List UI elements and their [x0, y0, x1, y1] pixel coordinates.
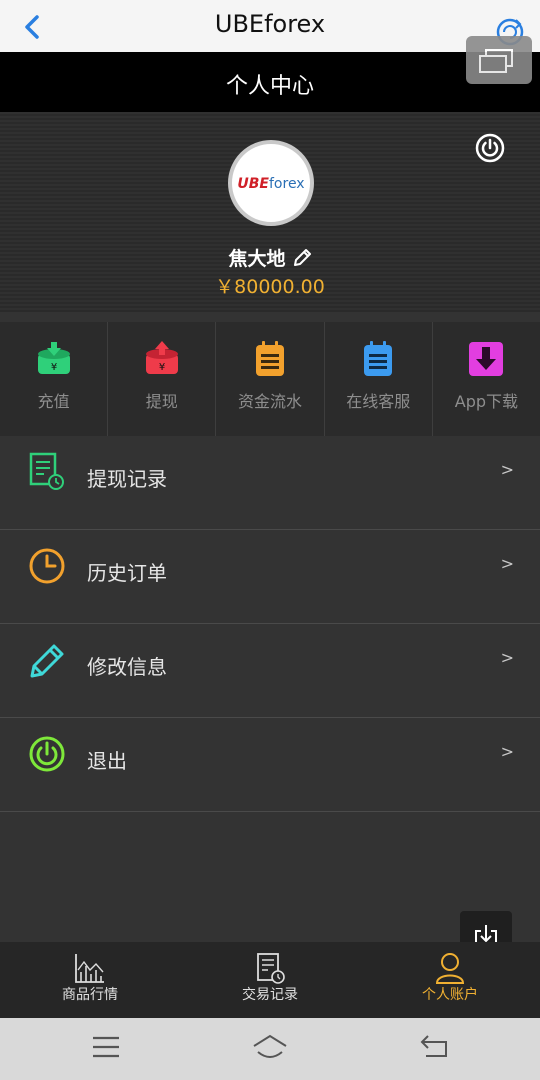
action-app-download[interactable]: App下载 — [433, 322, 540, 436]
withdraw-icon: ¥ — [145, 341, 178, 374]
tab-market[interactable]: 商品行情 — [0, 942, 180, 1018]
action-support[interactable]: 在线客服 — [325, 322, 433, 436]
menu-icon[interactable] — [92, 1034, 120, 1060]
ledger-icon — [256, 341, 284, 376]
back-icon[interactable] — [420, 1034, 450, 1060]
svg-text:¥: ¥ — [50, 362, 56, 373]
action-deposit[interactable]: ¥ 充值 — [0, 322, 109, 436]
chevron-right-icon: > — [500, 554, 514, 573]
app-screen: UBEforex 个人中心 UBEforex 焦大地 ￥80000.00 ¥ 充… — [0, 0, 540, 1080]
app-download-icon — [469, 342, 504, 376]
floating-window-button[interactable] — [466, 36, 532, 84]
logout-power-icon[interactable] — [474, 132, 506, 164]
power-icon — [29, 736, 65, 772]
svg-text:¥: ¥ — [159, 362, 165, 373]
chevron-right-icon: > — [500, 648, 514, 667]
window-icon — [479, 49, 513, 73]
user-icon — [435, 953, 465, 984]
tab-personal-account[interactable]: 个人账户 — [360, 942, 540, 1018]
edit-pencil-icon[interactable] — [292, 248, 312, 268]
account-balance: ￥80000.00 — [215, 276, 325, 298]
chevron-right-icon: > — [500, 742, 514, 761]
quick-actions: ¥ 充值 ¥ 提现 资金流水 在线客服 App下载 — [0, 322, 540, 436]
profile-banner: UBEforex 焦大地 ￥80000.00 — [0, 112, 540, 312]
bottom-tab-bar: 商品行情 交易记录 个人账户 — [0, 942, 540, 1018]
action-withdraw[interactable]: ¥ 提现 — [108, 322, 217, 436]
chart-icon — [75, 954, 104, 983]
clock-icon — [29, 548, 65, 584]
tab-trade-records[interactable]: 交易记录 — [180, 942, 360, 1018]
menu-withdraw-records[interactable]: 提现记录 > — [0, 436, 540, 530]
menu-label: 修改信息 — [87, 655, 167, 679]
menu-order-history[interactable]: 历史订单 > — [0, 530, 540, 624]
support-icon — [364, 341, 393, 376]
username[interactable]: 焦大地 — [0, 244, 540, 271]
menu-edit-info[interactable]: 修改信息 > — [0, 624, 540, 718]
browser-title: UBEforex — [214, 10, 326, 38]
avatar[interactable]: UBEforex — [228, 140, 314, 226]
deposit-icon: ¥ — [37, 342, 70, 374]
menu-logout[interactable]: 退出 > — [0, 718, 540, 812]
record-icon — [257, 953, 285, 984]
brand-logo: UBEforex — [237, 176, 305, 192]
menu-label: 提现记录 — [87, 467, 167, 491]
chevron-right-icon: > — [500, 460, 514, 479]
page-title: 个人中心 — [225, 74, 314, 99]
home-icon[interactable] — [252, 1034, 288, 1062]
account-menu: 提现记录 > 历史订单 > 修改信息 > 退出 > — [0, 436, 540, 812]
menu-label: 退出 — [87, 749, 127, 773]
menu-label: 历史订单 — [87, 561, 167, 585]
action-ledger[interactable]: 资金流水 — [216, 322, 325, 436]
browser-bar: UBEforex — [0, 0, 540, 52]
page-header: 个人中心 — [0, 52, 540, 112]
system-navigation-bar — [0, 1018, 540, 1080]
pencil-icon — [30, 644, 64, 678]
withdraw-record-icon — [29, 452, 64, 490]
